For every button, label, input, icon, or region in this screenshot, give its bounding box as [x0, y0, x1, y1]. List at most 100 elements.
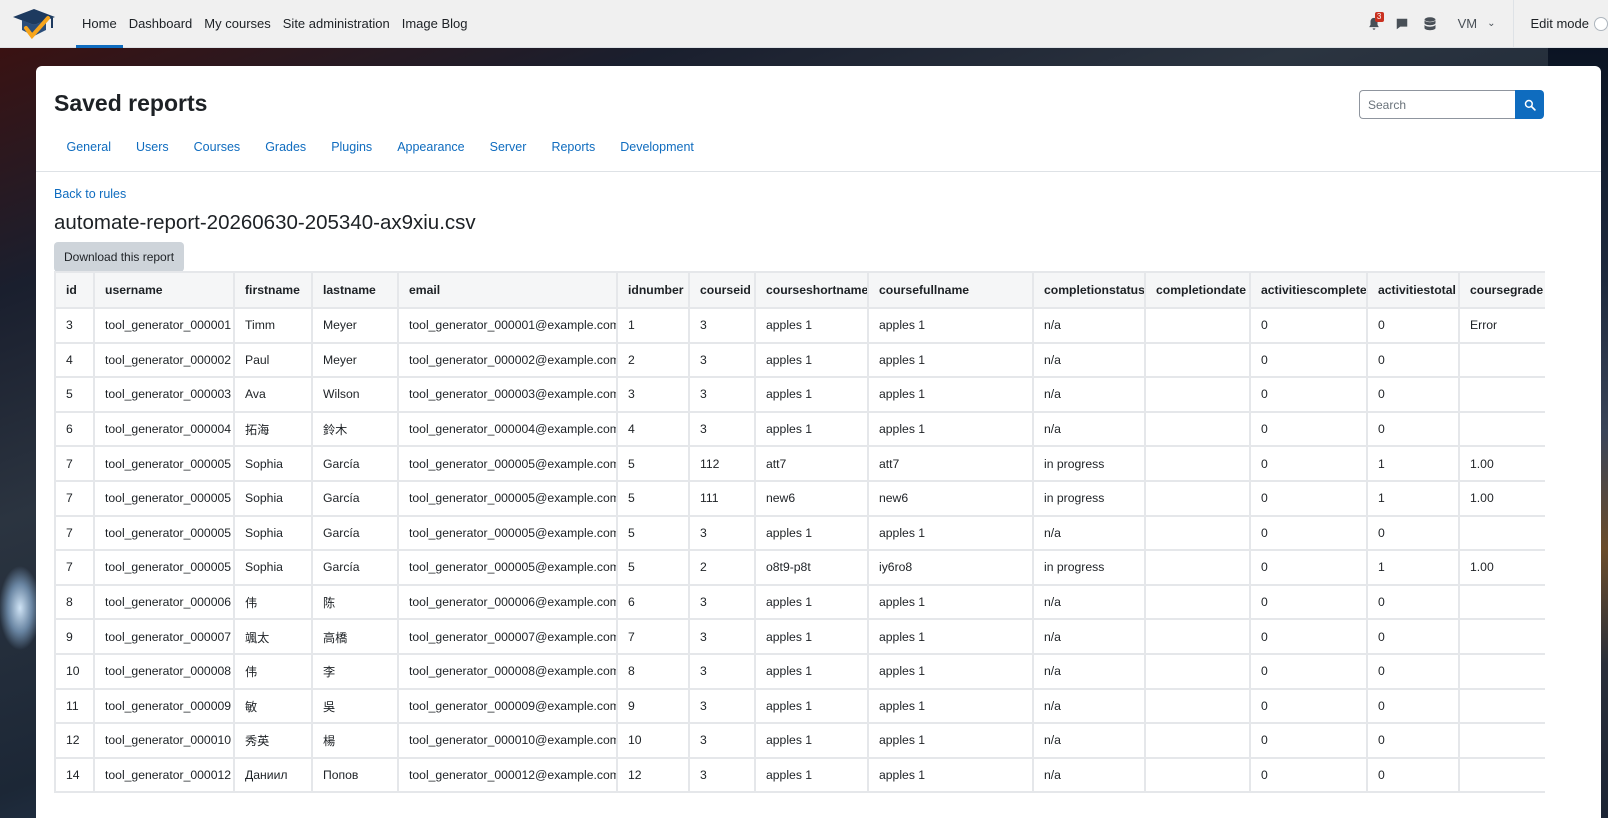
table-cell-activitiestotal: 0: [1366, 341, 1460, 379]
nav-dashboard[interactable]: Dashboard: [123, 0, 199, 48]
table-cell-activitiestotal: 1: [1366, 479, 1460, 517]
table-cell-activitiestotal: 0: [1366, 410, 1460, 448]
nav-image-blog[interactable]: Image Blog: [396, 0, 474, 48]
top-navbar: Home Dashboard My courses Site administr…: [0, 0, 1608, 48]
table-cell-completionstatus: n/a: [1032, 583, 1146, 621]
table-cell-coursegrade: [1458, 722, 1545, 759]
table-cell-completionstatus: in progress: [1032, 549, 1146, 586]
table-cell-username: tool_generator_000002: [93, 341, 235, 379]
search-icon: [1524, 99, 1536, 111]
table-cell-email: tool_generator_000005@example.com: [397, 479, 618, 517]
table-cell-activitiestotal: 0: [1366, 722, 1460, 759]
table-cell-coursegrade: [1458, 687, 1545, 725]
table-header-row: id username firstname lastname email idnumber…: [54, 271, 1545, 309]
table-cell-activitiescomplete: 0: [1249, 410, 1368, 448]
search-input[interactable]: [1359, 90, 1515, 119]
table-cell-activitiestotal: 0: [1366, 376, 1460, 413]
storage-button[interactable]: [1416, 10, 1444, 38]
table-cell-id: 11: [54, 687, 95, 725]
table-cell-username: tool_generator_000008: [93, 652, 235, 690]
table-cell-courseshortname: apples 1: [754, 583, 869, 621]
table-cell-completiondate: [1144, 445, 1251, 482]
table-cell-activitiescomplete: 0: [1249, 722, 1368, 759]
table-cell-courseshortname: apples 1: [754, 376, 869, 413]
tab-courses[interactable]: Courses: [181, 134, 253, 160]
table-cell-coursefullname: apples 1: [867, 410, 1034, 448]
graduation-cap-icon: [13, 8, 55, 39]
column-header-completiondate: completiondate: [1144, 271, 1251, 309]
tab-server[interactable]: Server: [477, 134, 539, 160]
table-cell-firstname: Timm: [233, 307, 313, 344]
table-cell-coursefullname: apples 1: [867, 341, 1034, 379]
table-row: 10 tool_generator_000008 伟李 tool_generator_…: [54, 652, 1545, 690]
table-cell-firstname: Sophia: [233, 445, 313, 482]
tab-reports[interactable]: Reports: [539, 134, 608, 160]
tab-grades[interactable]: Grades: [253, 134, 319, 160]
table-cell-completionstatus: n/a: [1032, 756, 1146, 794]
notifications-button[interactable]: 3: [1360, 10, 1388, 38]
table-cell-activitiescomplete: 0: [1249, 479, 1368, 517]
table-cell-email: tool_generator_000012@example.com: [397, 756, 618, 794]
table-cell-courseshortname: apples 1: [754, 307, 869, 344]
table-cell-courseid: 3: [688, 583, 756, 621]
table-row: 7 tool_generator_000005 Sophia García tool_g…: [54, 549, 1545, 586]
admin-tabs: General Users Courses Grades Plugins App…: [54, 134, 706, 160]
table-cell-lastname: Попов: [311, 756, 399, 794]
column-header-coursefullname: coursefullname: [867, 271, 1034, 309]
user-menu[interactable]: VM ⌄: [1458, 16, 1496, 31]
table-cell-activitiestotal: 0: [1366, 652, 1460, 690]
nav-my-courses[interactable]: My courses: [198, 0, 276, 48]
back-to-rules-link[interactable]: Back to rules: [54, 187, 126, 201]
table-cell-courseshortname: apples 1: [754, 618, 869, 655]
table-cell-id: 6: [54, 410, 95, 448]
table-cell-coursegrade: 1.00: [1458, 479, 1545, 517]
table-cell-courseshortname: apples 1: [754, 756, 869, 794]
table-cell-lastname: 李: [311, 652, 399, 690]
download-report-button[interactable]: Download this report: [54, 242, 185, 272]
report-filename: automate-report-20260630-205340-ax9xiu.c…: [54, 211, 476, 234]
table-cell-lastname: García: [311, 514, 399, 552]
table-cell-completiondate: [1144, 376, 1251, 413]
tab-users[interactable]: Users: [123, 134, 181, 160]
table-row: 4 tool_generator_000002 Paul Meyer tool_gene…: [54, 341, 1545, 379]
table-row: 6 tool_generator_000004 拓海 鈴木 tool_generator…: [54, 410, 1545, 448]
tab-plugins[interactable]: Plugins: [319, 134, 385, 160]
table-cell-activitiestotal: 0: [1366, 687, 1460, 725]
table-cell-coursefullname: att7: [867, 445, 1034, 482]
tab-development[interactable]: Development: [608, 134, 707, 160]
nav-home[interactable]: Home: [76, 0, 123, 48]
edit-mode-toggle[interactable]: Edit mode: [1530, 16, 1608, 31]
column-header-courseid: courseid: [688, 271, 756, 309]
toggle-switch[interactable]: [1594, 16, 1608, 31]
table-cell-email: tool_generator_000001@example.com: [397, 307, 618, 344]
user-initials: VM: [1457, 16, 1478, 31]
column-header-lastname: lastname: [311, 271, 399, 309]
site-logo[interactable]: [10, 4, 58, 44]
table-cell-id: 7: [54, 479, 95, 517]
table-cell-activitiescomplete: 0: [1249, 341, 1368, 379]
table-cell-coursefullname: apples 1: [867, 652, 1034, 690]
table-cell-completionstatus: n/a: [1032, 307, 1146, 344]
nav-site-administration[interactable]: Site administration: [277, 0, 396, 48]
messages-button[interactable]: [1388, 10, 1416, 38]
tab-general[interactable]: General: [54, 134, 123, 160]
table-cell-courseid: 3: [688, 514, 756, 552]
tab-appearance[interactable]: Appearance: [385, 134, 477, 160]
table-cell-firstname: Paul: [233, 341, 313, 379]
table-cell-coursegrade: [1458, 410, 1545, 448]
table-cell-id: 8: [54, 583, 95, 621]
table-cell-username: tool_generator_000010: [93, 722, 235, 759]
table-cell-coursegrade: [1458, 376, 1545, 413]
table-row: 14 tool_generator_000012 Даниил Попов tool_g…: [54, 756, 1545, 794]
table-cell-completionstatus: n/a: [1032, 652, 1146, 690]
table-row: 12 tool_generator_000010 秀英楊 tool_generator…: [54, 722, 1545, 759]
table-cell-coursefullname: apples 1: [867, 307, 1034, 344]
column-header-courseshortname: courseshortname: [754, 271, 869, 309]
table-cell-courseid: 3: [688, 652, 756, 690]
column-header-firstname: firstname: [233, 271, 313, 309]
table-cell-email: tool_generator_000003@example.com: [397, 376, 618, 413]
search-button[interactable]: [1515, 90, 1544, 119]
table-cell-activitiestotal: 0: [1366, 756, 1460, 794]
edit-mode-label: Edit mode: [1530, 16, 1589, 31]
table-cell-completiondate: [1144, 479, 1251, 517]
